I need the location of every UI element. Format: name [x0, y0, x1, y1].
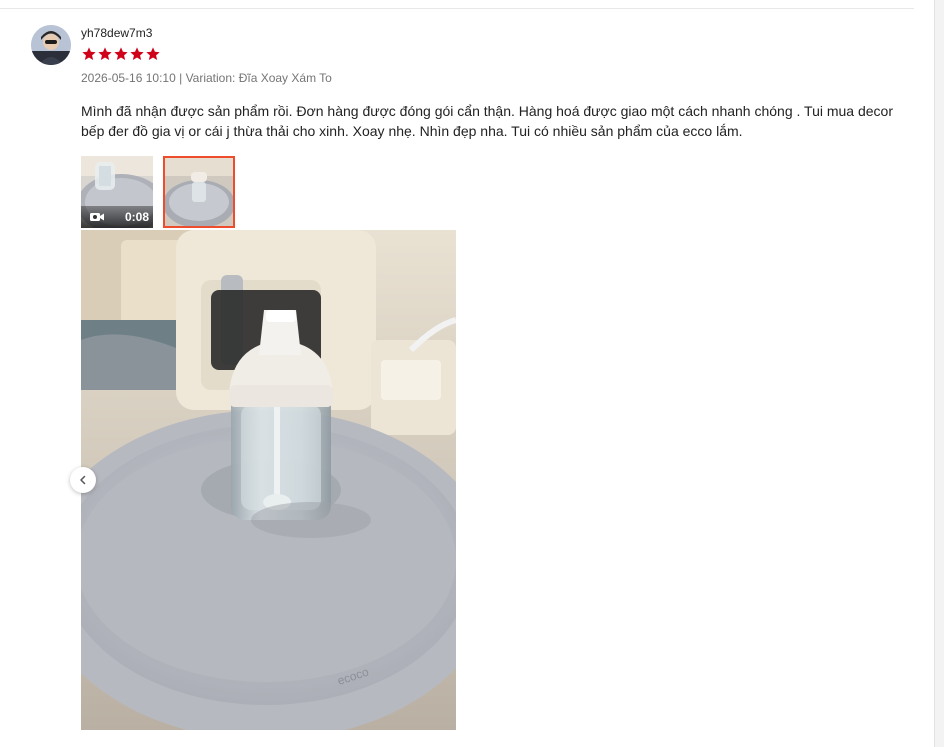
review-datetime: 2026-05-16 10:10 — [81, 71, 176, 85]
star-icon — [98, 47, 112, 60]
star-icon — [130, 47, 144, 60]
review-main-image[interactable]: ecoco — [81, 230, 456, 730]
meta-separator: | — [179, 71, 183, 85]
avatar[interactable] — [31, 25, 71, 65]
review-variation: Variation: Đĩa Xoay Xám To — [185, 71, 332, 85]
star-icon — [146, 47, 160, 60]
star-icon — [114, 47, 128, 60]
rating-stars — [81, 46, 161, 62]
review-meta: 2026-05-16 10:10 | Variation: Đĩa Xoay X… — [81, 71, 332, 85]
thumbnail-video[interactable]: 0:08 — [81, 156, 153, 228]
thumbnail-image-selected[interactable] — [163, 156, 235, 228]
chevron-left-icon — [80, 475, 86, 485]
video-camera-icon — [90, 213, 104, 221]
top-divider — [0, 8, 914, 9]
prev-image-button[interactable] — [70, 467, 96, 493]
reviewer-name: yh78dew7m3 — [81, 26, 153, 40]
review-comment: Mình đã nhận được sản phẩm rồi. Đơn hàng… — [81, 103, 893, 139]
scrollbar-track[interactable] — [934, 0, 944, 747]
video-overlay: 0:08 — [81, 206, 153, 228]
video-duration: 0:08 — [124, 210, 149, 224]
star-icon — [82, 47, 96, 60]
